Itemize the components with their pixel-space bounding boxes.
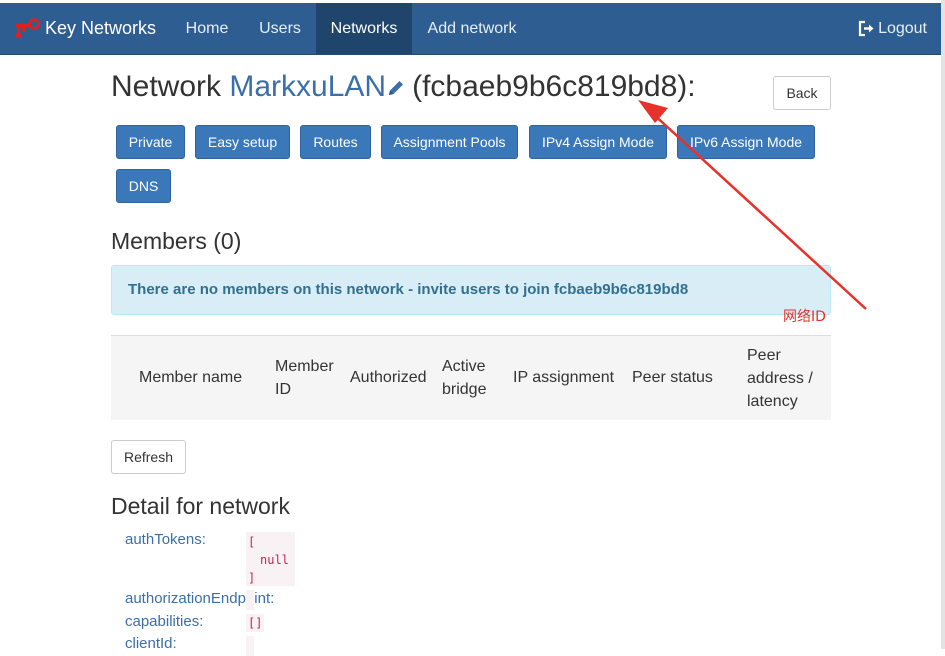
ipv4-assign-mode-button[interactable]: IPv4 Assign Mode (529, 125, 667, 159)
column-active-bridge[interactable]: Active bridge (442, 355, 504, 401)
detail-heading: Detail for network (111, 493, 290, 519)
back-button[interactable]: Back (773, 76, 831, 110)
code-line: ] (248, 571, 256, 585)
column-peer-address-latency[interactable]: Peer address / latency (747, 344, 825, 413)
members-table: Member name Member ID Authorized Active … (111, 335, 831, 420)
code-line: null (260, 553, 289, 567)
ipv6-assign-mode-button[interactable]: IPv6 Assign Mode (677, 125, 815, 159)
nav-networks[interactable]: Networks (316, 3, 412, 54)
brand-link[interactable]: Key Networks (14, 3, 156, 54)
network-id-text: (fcbaeb9b6c819bd8): (412, 70, 696, 103)
column-authorized[interactable]: Authorized (350, 366, 427, 389)
nav-users[interactable]: Users (245, 3, 315, 54)
key-icon (16, 17, 40, 38)
annotation-label: 网络ID (783, 309, 826, 325)
navbar: Key Networks Home Users Networks Add net… (0, 3, 941, 55)
scrollbar[interactable] (941, 0, 945, 649)
detail-value-authorization-endpoint (246, 590, 254, 610)
nav-add-network[interactable]: Add network (412, 3, 532, 54)
detail-value-capabilities: [] (246, 614, 265, 632)
detail-value-clientid (246, 636, 254, 656)
column-member-id[interactable]: Member ID (275, 355, 341, 401)
routes-button[interactable]: Routes (300, 125, 371, 159)
network-name-link[interactable]: MarkxuLAN (229, 70, 386, 103)
column-peer-status[interactable]: Peer status (632, 366, 713, 389)
pencil-icon[interactable] (386, 78, 406, 98)
private-button[interactable]: Private (116, 125, 185, 159)
logout-icon (858, 20, 874, 37)
column-ip-assignment[interactable]: IP assignment (513, 366, 614, 389)
refresh-button[interactable]: Refresh (111, 440, 186, 474)
brand-label: Key Networks (45, 18, 157, 38)
logout-link[interactable]: Logout (858, 3, 927, 54)
no-members-alert: There are no members on this network - i… (111, 265, 831, 315)
easy-setup-button[interactable]: Easy setup (195, 125, 290, 159)
nav-home[interactable]: Home (172, 3, 242, 54)
dns-button[interactable]: DNS (116, 169, 171, 203)
title-prefix: Network (111, 70, 230, 103)
column-member-name[interactable]: Member name (139, 366, 242, 389)
detail-value-authtokens: [ null ] (246, 532, 295, 586)
detail-key-clientid: clientId: (125, 635, 177, 652)
detail-key-capabilities: capabilities: (125, 613, 204, 630)
detail-key-authtokens: authTokens: (125, 531, 206, 548)
code-line: [ (248, 535, 256, 549)
logout-label: Logout (878, 20, 927, 37)
members-heading: Members (0) (111, 228, 242, 254)
assignment-pools-button[interactable]: Assignment Pools (381, 125, 518, 159)
page-title: Network MarkxuLAN (fcbaeb9b6c819bd8): (111, 70, 696, 104)
